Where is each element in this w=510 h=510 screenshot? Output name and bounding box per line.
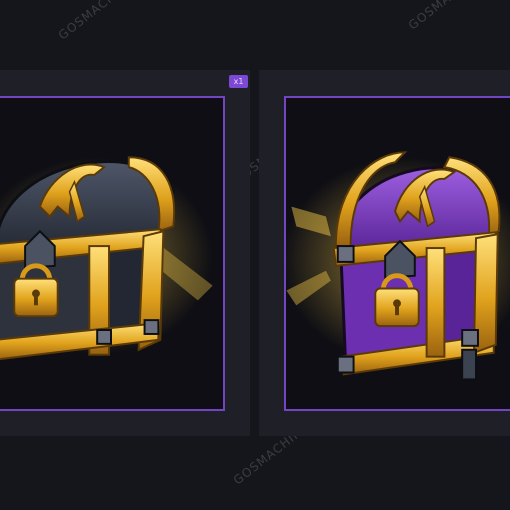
watermark-text: GOSMACHINE [406,0,487,33]
item-card-dark-chest[interactable] [0,70,250,436]
watermark-text: GOSMACHINE [55,0,137,43]
dark-chest-image [0,156,213,361]
item-frame [284,96,510,411]
quantity-badge: x1 [229,75,248,88]
item-card-purple-chest[interactable] [259,70,510,436]
item-frame [0,96,225,411]
purple-chest-image [286,151,510,381]
